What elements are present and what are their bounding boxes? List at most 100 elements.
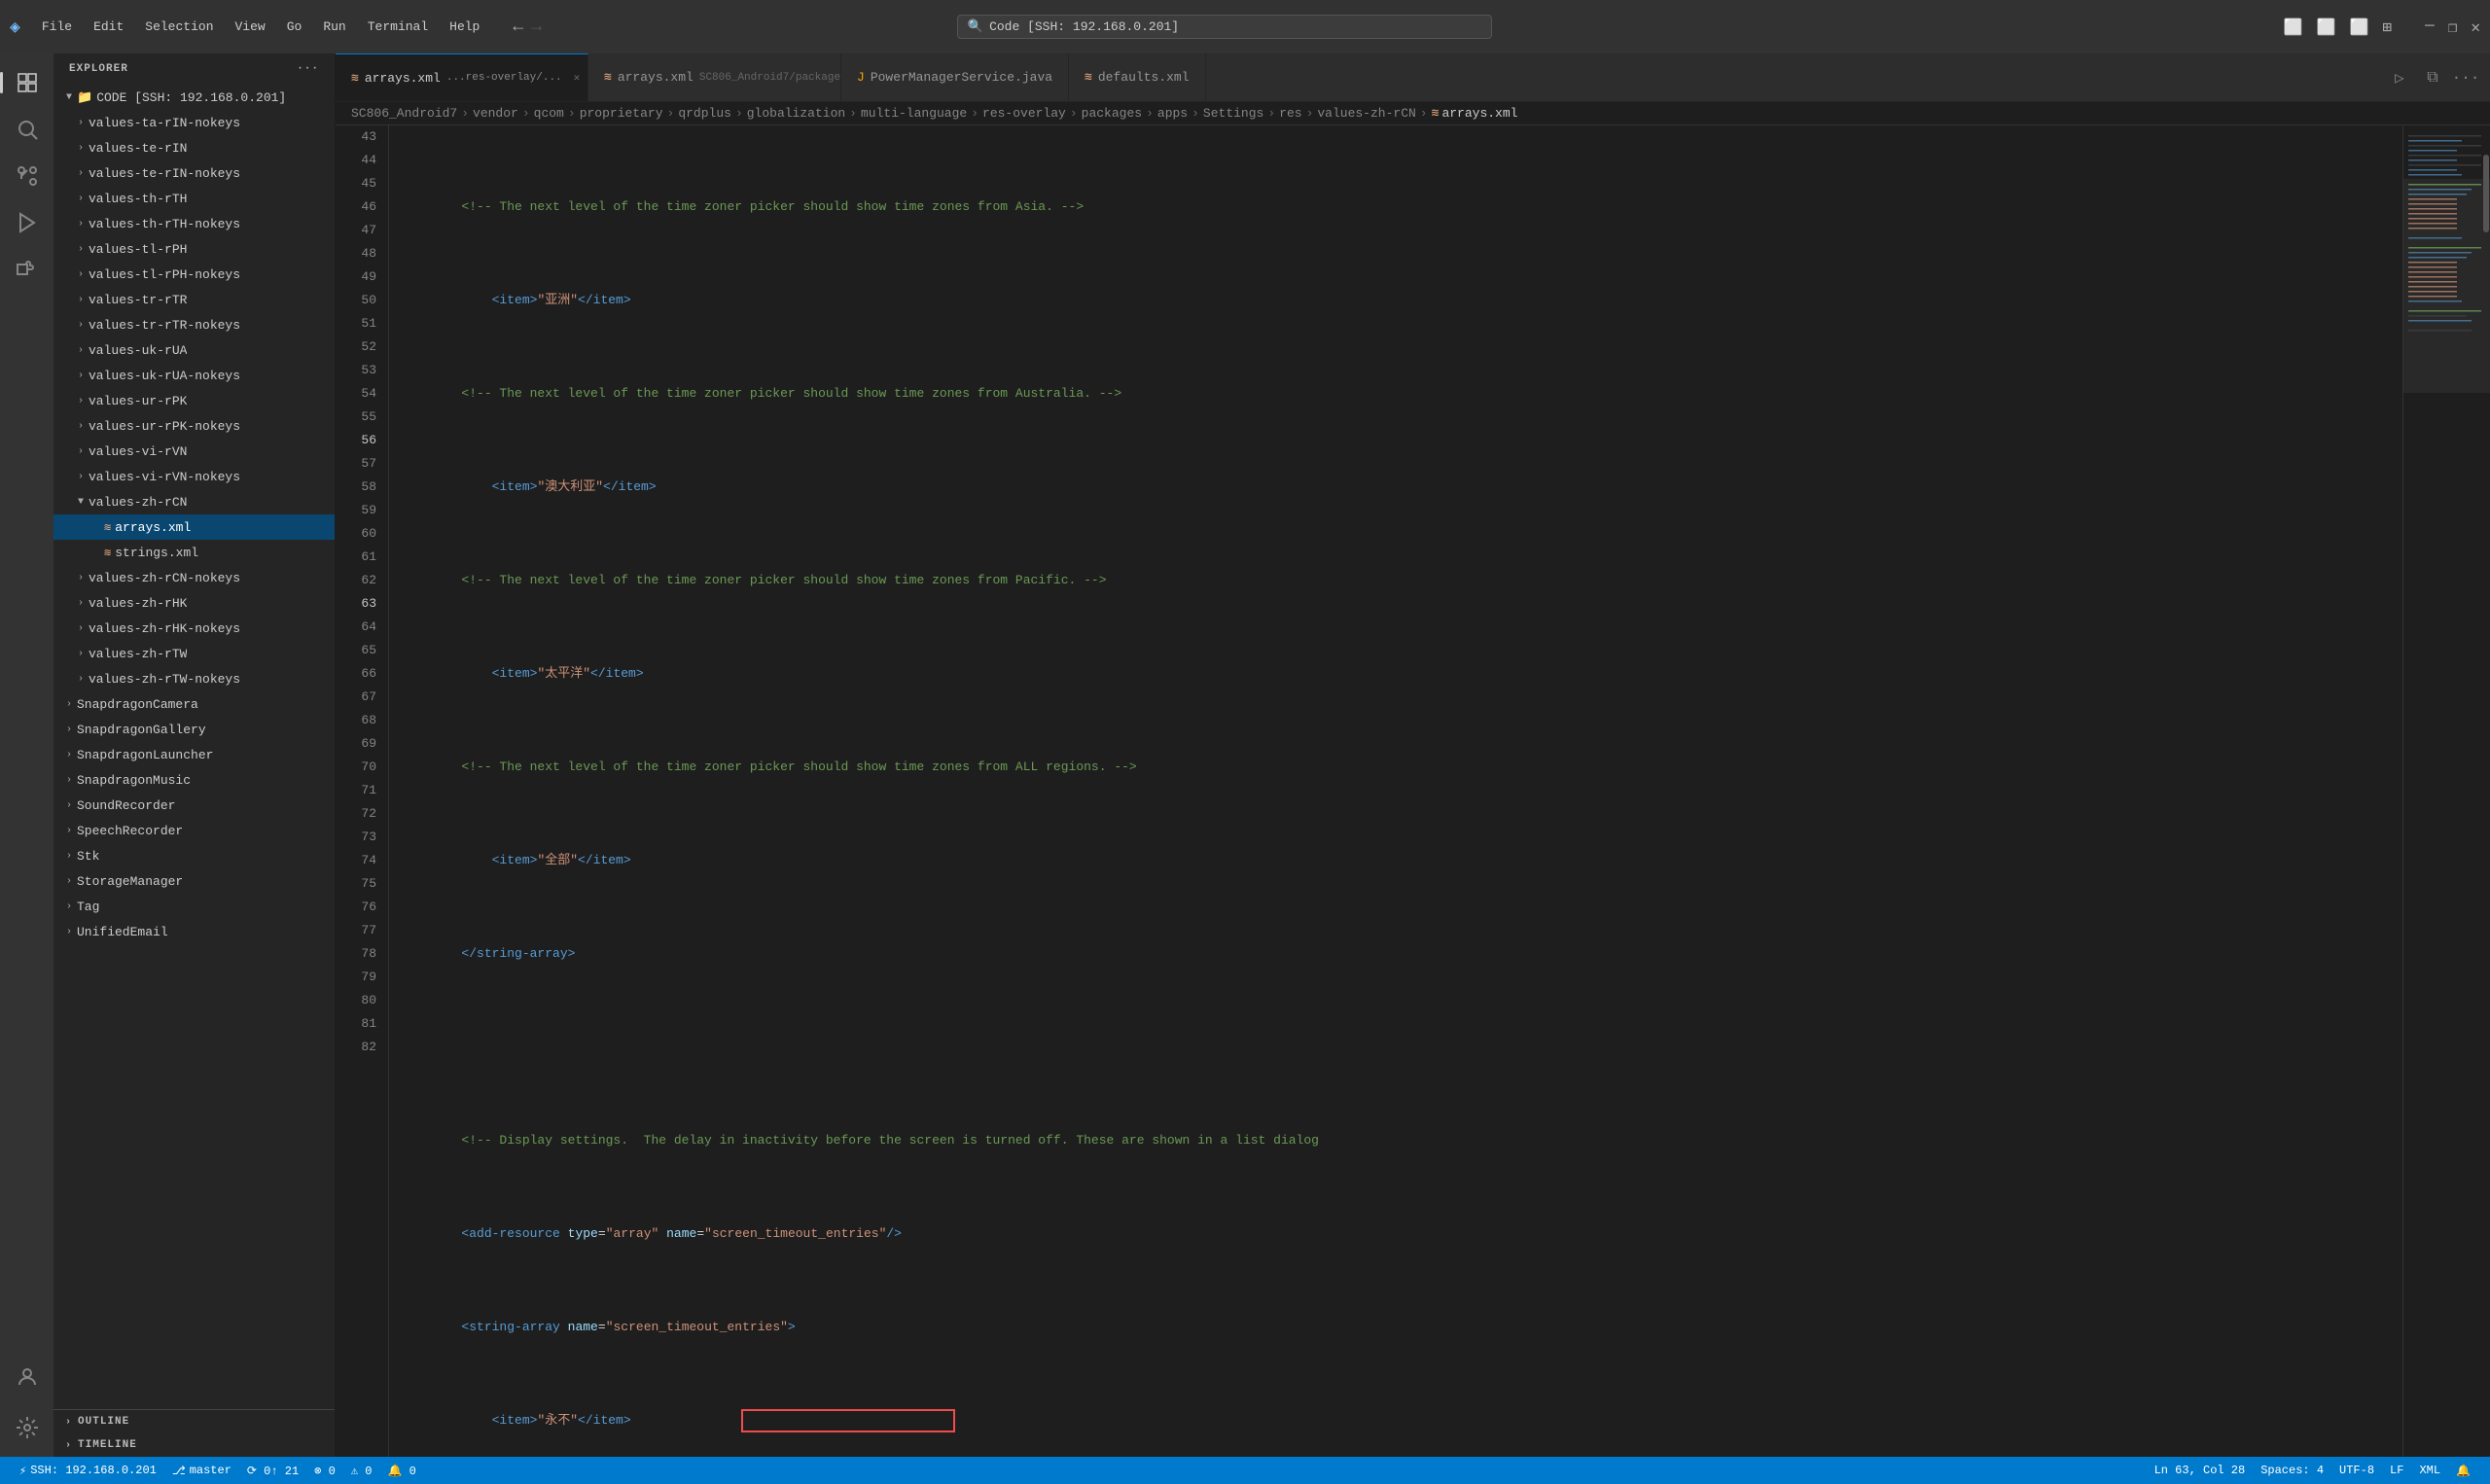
breadcrumb-res-overlay[interactable]: res-overlay (982, 106, 1066, 121)
activity-run-debug[interactable] (6, 201, 49, 244)
more-actions-button[interactable]: ··· (2451, 63, 2480, 92)
tree-item[interactable]: ›Stk (53, 843, 335, 868)
status-ssh[interactable]: ⚡ SSH: 192.168.0.201 (12, 1457, 164, 1484)
tab-power-manager[interactable]: J PowerManagerService.java (841, 53, 1069, 101)
tree-root[interactable]: ▼ 📁 CODE [SSH: 192.168.0.201] (53, 85, 335, 110)
breadcrumb-values-zh[interactable]: values-zh-rCN (1317, 106, 1415, 121)
tree-item[interactable]: ›SnapdragonCamera (53, 691, 335, 717)
line-num: 79 (347, 966, 376, 989)
menu-view[interactable]: View (226, 16, 275, 38)
tree-item[interactable]: ›values-zh-rHK (53, 590, 335, 616)
status-encoding[interactable]: UTF-8 (2331, 1457, 2382, 1484)
menu-edit[interactable]: Edit (84, 16, 133, 38)
menu-file[interactable]: File (32, 16, 82, 38)
tree-item[interactable]: ›values-th-rTH-nokeys (53, 211, 335, 236)
status-sync[interactable]: ⟳ 0↑ 21 (239, 1457, 306, 1484)
panel-toggle-icon[interactable]: ⬜ (2317, 18, 2336, 37)
nav-forward-button[interactable]: → (531, 18, 542, 37)
tree-item[interactable]: ›values-tr-rTR-nokeys (53, 312, 335, 337)
menu-go[interactable]: Go (277, 16, 312, 38)
breadcrumb-qrdplus[interactable]: qrdplus (678, 106, 731, 121)
breadcrumb-packages[interactable]: packages (1082, 106, 1142, 121)
activity-settings[interactable] (6, 1406, 49, 1449)
tree-item[interactable]: ›values-tl-rPH-nokeys (53, 262, 335, 287)
activity-explorer[interactable] (6, 61, 49, 104)
tree-item[interactable]: ›values-te-rIN (53, 135, 335, 160)
layout-icon[interactable]: ⬜ (2350, 18, 2369, 37)
breadcrumb-vendor[interactable]: vendor (473, 106, 518, 121)
split-editor-button[interactable]: ⧉ (2418, 63, 2447, 92)
tree-item[interactable]: ›values-zh-rTW (53, 641, 335, 666)
menu-run[interactable]: Run (313, 16, 355, 38)
tree-item[interactable]: ›values-zh-rHK-nokeys (53, 616, 335, 641)
tree-item[interactable]: ›values-vi-rVN-nokeys (53, 464, 335, 489)
tree-item[interactable]: ›values-ur-rPK (53, 388, 335, 413)
code-editor[interactable]: 43 44 45 46 47 48 49 50 51 52 53 54 55 5… (336, 125, 2490, 1457)
tree-item[interactable]: ›Tag (53, 894, 335, 919)
tree-item[interactable]: ›SpeechRecorder (53, 818, 335, 843)
breadcrumb-proprietary[interactable]: proprietary (580, 106, 663, 121)
tab-arrays-xml-2[interactable]: ≋ arrays.xml SC806_Android7/packages/... (588, 53, 841, 101)
tree-item[interactable]: ›SnapdragonGallery (53, 717, 335, 742)
nav-back-button[interactable]: ← (513, 18, 523, 37)
tree-item[interactable]: ›values-zh-rCN-nokeys (53, 565, 335, 590)
breadcrumb-qcom[interactable]: qcom (534, 106, 564, 121)
breadcrumb-arrays-xml[interactable]: ≋arrays.xml (1432, 106, 1518, 121)
status-notifications[interactable]: 🔔 0 (379, 1457, 423, 1484)
status-spaces[interactable]: Spaces: 4 (2253, 1457, 2331, 1484)
activity-search[interactable] (6, 108, 49, 151)
tree-item[interactable]: ›values-vi-rVN (53, 439, 335, 464)
status-errors[interactable]: ⊗ 0 (306, 1457, 343, 1484)
tree-file-strings-xml[interactable]: ≋ strings.xml (53, 540, 335, 565)
timeline-section[interactable]: › TIMELINE (53, 1433, 335, 1457)
breadcrumb-globalization[interactable]: globalization (747, 106, 845, 121)
run-button[interactable]: ▷ (2385, 63, 2414, 92)
tree-item[interactable]: ›values-uk-rUA-nokeys (53, 363, 335, 388)
tree-item[interactable]: ›values-tr-rTR (53, 287, 335, 312)
outline-section[interactable]: › OUTLINE (53, 1410, 335, 1433)
tree-item[interactable]: ›values-tl-rPH (53, 236, 335, 262)
status-language[interactable]: XML (2411, 1457, 2448, 1484)
breadcrumb-multi-language[interactable]: multi-language (861, 106, 967, 121)
activity-source-control[interactable] (6, 155, 49, 197)
tree-item[interactable]: ›values-uk-rUA (53, 337, 335, 363)
status-eol[interactable]: LF (2382, 1457, 2411, 1484)
tab-arrays-xml-active[interactable]: ≋ arrays.xml ...res-overlay/... ✕ (336, 53, 588, 101)
status-bell[interactable]: 🔔 (2448, 1457, 2478, 1484)
tree-folder-zh-rCN[interactable]: ▼values-zh-rCN (53, 489, 335, 514)
window-close-button[interactable]: ✕ (2471, 18, 2480, 37)
menu-help[interactable]: Help (440, 16, 489, 38)
window-minimize-button[interactable]: ─ (2425, 18, 2435, 37)
code-content[interactable]: <!-- The next level of the time zoner pi… (389, 125, 2402, 1457)
customize-layout-icon[interactable]: ⊞ (2382, 18, 2392, 37)
tab-close-button[interactable]: ✕ (574, 70, 581, 86)
menu-terminal[interactable]: Terminal (358, 16, 438, 38)
breadcrumb-apps[interactable]: apps (1157, 106, 1188, 121)
tree-item[interactable]: ›values-th-rTH (53, 186, 335, 211)
search-bar[interactable]: 🔍 Code [SSH: 192.168.0.201] (957, 15, 1492, 39)
sidebar-more-button[interactable]: ··· (297, 63, 319, 75)
tree-item[interactable]: ›SnapdragonLauncher (53, 742, 335, 767)
breadcrumb-settings[interactable]: Settings (1203, 106, 1263, 121)
tree-file-arrays-xml[interactable]: ≋ arrays.xml (53, 514, 335, 540)
breadcrumb-sc806[interactable]: SC806_Android7 (351, 106, 457, 121)
tree-item[interactable]: ›values-te-rIN-nokeys (53, 160, 335, 186)
tab-defaults-xml[interactable]: ≋ defaults.xml (1069, 53, 1205, 101)
menu-selection[interactable]: Selection (135, 16, 223, 38)
window-restore-button[interactable]: ❐ (2448, 18, 2458, 37)
tree-item[interactable]: ›SnapdragonMusic (53, 767, 335, 793)
status-warnings[interactable]: ⚠ 0 (343, 1457, 380, 1484)
activity-extensions[interactable] (6, 248, 49, 291)
tree-item[interactable]: ›values-ur-rPK-nokeys (53, 413, 335, 439)
tree-item[interactable]: ›SoundRecorder (53, 793, 335, 818)
status-cursor[interactable]: Ln 63, Col 28 (2147, 1457, 2254, 1484)
activity-account[interactable] (6, 1356, 49, 1398)
minimap[interactable] (2402, 125, 2490, 1457)
tree-item[interactable]: ›values-ta-rIN-nokeys (53, 110, 335, 135)
sidebar-toggle-icon[interactable]: ⬜ (2284, 18, 2303, 37)
tree-item[interactable]: ›StorageManager (53, 868, 335, 894)
status-branch[interactable]: ⎇ master (164, 1457, 239, 1484)
tree-item[interactable]: ›values-zh-rTW-nokeys (53, 666, 335, 691)
breadcrumb-res[interactable]: res (1279, 106, 1301, 121)
tree-item[interactable]: ›UnifiedEmail (53, 919, 335, 944)
